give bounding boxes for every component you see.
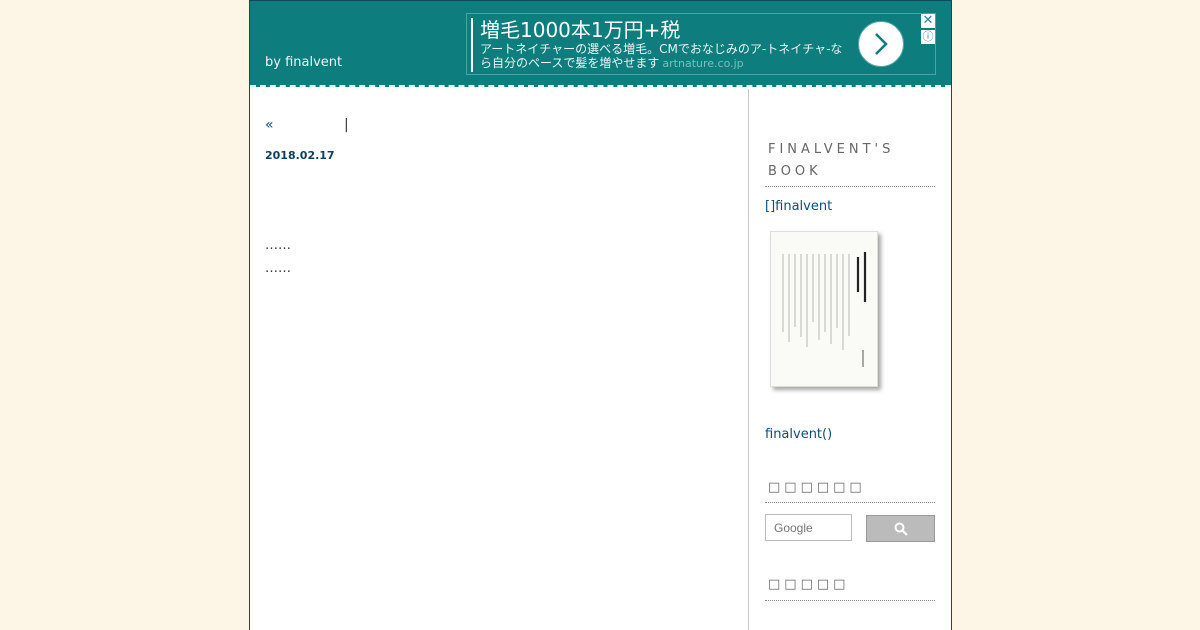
page-container: by finalvent 増毛1000本1万円+税 アートネイチャーの選べる増毛… [249,0,952,630]
ad-title[interactable]: 増毛1000本1万円+税 [480,16,680,44]
book-cover-image[interactable] [770,231,878,387]
ad-open-button[interactable] [858,21,904,67]
post-body-line: …… [265,261,291,276]
ad-description[interactable]: アートネイチャーの選べる増毛。CMでおなじみのア-トネイチャ-なら自分のペースで… [480,42,850,71]
blog-header: by finalvent 増毛1000本1万円+税 アートネイチャーの選べる増毛… [250,0,951,87]
search-button[interactable] [866,515,935,542]
post-body-line: …… [265,238,291,253]
ad-info-icon[interactable]: ⓘ [921,30,935,44]
chevron-right-icon [875,33,888,55]
prev-post-link[interactable]: « [265,117,274,133]
book-link[interactable]: []finalvent [765,199,832,214]
header-byline: by finalvent [265,55,343,70]
sidebar-heading-search: □□□□□□ [765,477,935,503]
post-date: 2018.02.17 [265,149,335,162]
sidebar-heading-recent: □□□□□ [765,574,935,601]
search-input[interactable] [765,514,852,541]
nav-separator: | [344,117,349,133]
search-icon [894,522,908,536]
ad-banner[interactable]: 増毛1000本1万円+税 アートネイチャーの選べる増毛。CMでおなじみのア-トネ… [466,13,936,75]
post-navigation: « | [265,117,349,133]
book-cover-graphic [782,252,867,367]
ad-domain: artnature.co.jp [662,57,744,70]
ad-close-icon[interactable]: ✕ [921,14,935,28]
sidebar-heading-book: FINALVENT'S BOOK [765,139,935,187]
ad-accent-bar [471,18,473,72]
author-link[interactable]: finalvent() [765,427,832,442]
main-content: « | 2018.02.17 …… …… [250,89,749,630]
